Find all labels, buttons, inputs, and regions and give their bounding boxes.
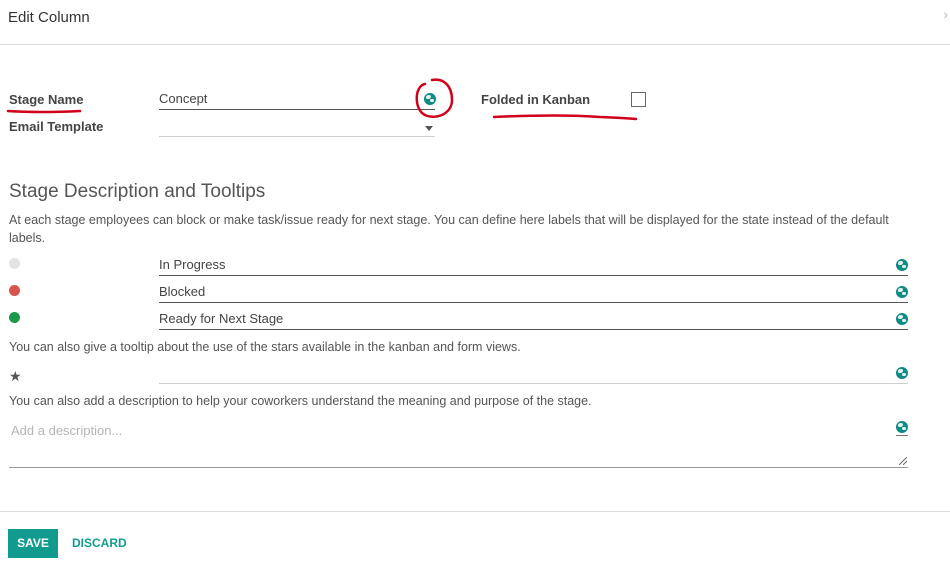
tooltip-help-text: You can also give a tooltip about the us…	[9, 340, 521, 354]
stage-name-input[interactable]: Concept	[159, 90, 435, 110]
save-button[interactable]: SAVE	[8, 529, 58, 558]
globe-icon[interactable]	[424, 93, 436, 105]
in-progress-value: In Progress	[159, 257, 226, 272]
blocked-input[interactable]: Blocked	[159, 283, 908, 303]
ready-input[interactable]: Ready for Next Stage	[159, 310, 908, 330]
resize-handle-icon[interactable]	[899, 457, 907, 465]
globe-icon[interactable]	[896, 421, 908, 433]
state-dot-grey	[9, 258, 20, 269]
annotation-underline-folded	[492, 114, 638, 121]
discard-button[interactable]: DISCARD	[72, 536, 127, 550]
email-template-label: Email Template	[9, 119, 104, 134]
annotation-underline-stage-name	[6, 109, 82, 114]
description-placeholder: Add a description...	[11, 423, 123, 438]
dialog-title: Edit Column	[8, 9, 90, 26]
blocked-value: Blocked	[159, 284, 206, 299]
state-dot-green	[9, 312, 20, 323]
section-title: Stage Description and Tooltips	[9, 181, 266, 202]
section-intro: At each stage employees can block or mak…	[9, 213, 889, 245]
close-icon[interactable]: ›	[943, 6, 948, 22]
annotation-overlay	[6, 78, 638, 121]
in-progress-input[interactable]: In Progress	[159, 256, 908, 276]
star-tooltip-input[interactable]	[159, 364, 908, 384]
globe-icon[interactable]	[896, 367, 908, 379]
star-icon: ★	[9, 368, 22, 384]
caret-down-icon	[425, 126, 433, 131]
folded-in-kanban-checkbox[interactable]	[631, 92, 646, 107]
globe-underline	[896, 435, 908, 436]
stage-name-value: Concept	[159, 91, 208, 106]
globe-icon[interactable]	[896, 259, 908, 271]
globe-icon[interactable]	[896, 286, 908, 298]
ready-value: Ready for Next Stage	[159, 311, 284, 326]
description-textarea[interactable]: Add a description...	[9, 420, 908, 468]
footer-divider	[0, 511, 950, 512]
state-dot-red	[9, 285, 20, 296]
email-template-select[interactable]	[159, 117, 435, 137]
folded-in-kanban-label: Folded in Kanban	[481, 92, 591, 107]
globe-icon[interactable]	[896, 313, 908, 325]
description-help-text: You can also add a description to help y…	[9, 394, 592, 408]
stage-name-label: Stage Name	[9, 92, 84, 107]
dialog-header: Edit Column ›	[0, 0, 950, 45]
